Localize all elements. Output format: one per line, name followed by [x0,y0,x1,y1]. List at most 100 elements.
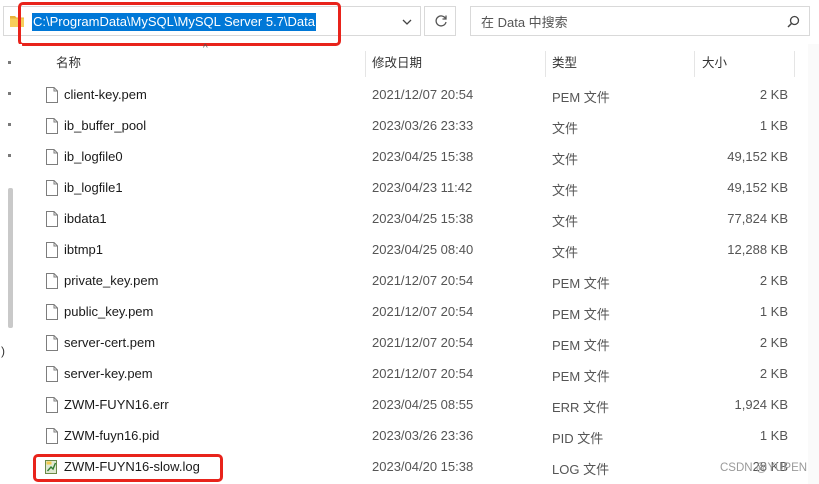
file-size: 2 KB [759,366,788,381]
file-row[interactable]: ib_buffer_pool 2023/03/26 23:33 文件 1 KB [22,111,812,142]
file-icon [46,149,58,165]
file-icon [46,335,58,351]
file-date: 2023/03/26 23:33 [372,118,474,133]
file-date: 2021/12/07 20:54 [372,87,474,102]
file-type: PEM 文件 [552,338,610,353]
file-row[interactable]: ibtmp1 2023/04/25 08:40 文件 12,288 KB [22,235,812,266]
file-type: PEM 文件 [552,307,610,322]
file-date: 2021/12/07 20:54 [372,273,474,288]
search-box[interactable] [470,6,810,36]
address-path-field[interactable]: C:\ProgramData\MySQL\MySQL Server 5.7\Da… [3,6,421,36]
file-size: 49,152 KB [727,149,788,164]
file-row[interactable]: server-cert.pem 2021/12/07 20:54 PEM 文件 … [22,328,812,359]
file-name: server-cert.pem [64,335,156,350]
file-size: 2 KB [759,335,788,350]
column-divider[interactable] [545,51,546,77]
pin-marker [8,92,11,95]
file-size: 1,924 KB [734,397,789,412]
file-icon [46,211,58,227]
file-date: 2023/04/25 08:40 [372,242,474,257]
file-size: 77,824 KB [727,211,788,226]
watermark: CSDN @YUPEN [720,462,808,474]
file-type: PEM 文件 [552,276,610,291]
refresh-icon [435,15,447,27]
file-type: 文件 [552,245,579,260]
file-icon [46,428,58,444]
file-type: 文件 [552,152,579,167]
file-row[interactable]: ib_logfile1 2023/04/23 11:42 文件 49,152 K… [22,173,812,204]
file-type: 文件 [552,214,579,229]
file-row[interactable]: ZWM-fuyn16.pid 2023/03/26 23:36 PID 文件 1… [22,421,812,452]
file-type: 文件 [552,183,579,198]
search-input[interactable] [479,12,773,32]
refresh-button[interactable] [424,6,456,36]
column-header-type[interactable]: 类型 [552,47,577,79]
chevron-down-icon[interactable] [400,15,414,29]
pin-marker [8,154,11,157]
file-type: LOG 文件 [552,462,610,477]
file-date: 2023/04/25 15:38 [372,211,474,226]
file-name: ZWM-fuyn16.pid [64,428,160,443]
file-name: private_key.pem [64,273,159,288]
file-name: ZWM-FUYN16-slow.log [64,459,200,474]
sort-ascending-icon: ^ [203,43,208,54]
file-size: 1 KB [759,304,788,319]
file-date: 2021/12/07 20:54 [372,366,474,381]
file-type: 文件 [552,121,579,136]
column-divider[interactable] [694,51,695,77]
file-type: PID 文件 [552,431,604,446]
file-row[interactable]: ib_logfile0 2023/04/25 15:38 文件 49,152 K… [22,142,812,173]
file-row[interactable]: ZWM-FUYN16.err 2023/04/25 08:55 ERR 文件 1… [22,390,812,421]
file-name: server-key.pem [64,366,153,381]
log-file-icon [45,460,57,474]
file-icon [46,366,58,382]
column-divider[interactable] [365,51,366,77]
file-icon [46,304,58,320]
file-date: 2021/12/07 20:54 [372,335,474,350]
column-header-name[interactable]: 名称 [56,47,81,79]
file-type: ERR 文件 [552,400,610,415]
navigation-pane-scrollbar[interactable] [8,188,13,328]
search-icon[interactable] [787,15,800,28]
file-list-scrollbar[interactable] [808,44,819,484]
file-date: 2023/04/20 15:38 [372,459,474,474]
file-name: ib_logfile1 [64,180,123,195]
file-icon [46,273,58,289]
file-row[interactable]: public_key.pem 2021/12/07 20:54 PEM 文件 1… [22,297,812,328]
file-icon [46,242,58,258]
file-date: 2023/04/23 11:42 [372,180,473,195]
file-name: public_key.pem [64,304,154,319]
file-size: 2 KB [759,273,788,288]
pin-marker [8,123,11,126]
file-size: 2 KB [759,87,788,102]
file-row[interactable]: ibdata1 2023/04/25 15:38 文件 77,824 KB [22,204,812,235]
file-size: 49,152 KB [727,180,788,195]
column-divider[interactable] [794,51,795,77]
file-name: client-key.pem [64,87,147,102]
file-row[interactable]: ZWM-FUYN16-slow.log 2023/04/20 15:38 LOG… [22,452,812,483]
file-type: PEM 文件 [552,90,610,105]
file-icon [46,180,58,196]
file-name: ibdata1 [64,211,107,226]
address-bar: C:\ProgramData\MySQL\MySQL Server 5.7\Da… [0,0,819,44]
file-date: 2023/04/25 15:38 [372,149,474,164]
navigation-pane-text-fragment: ) [1,344,5,358]
column-header-size[interactable]: 大小 [702,47,727,79]
column-header: ^ 名称 修改日期 类型 大小 [22,43,819,79]
file-row[interactable]: server-key.pem 2021/12/07 20:54 PEM 文件 2… [22,359,812,390]
file-icon [46,397,58,413]
file-date: 2023/03/26 23:36 [372,428,474,443]
file-size: 1 KB [759,428,788,443]
pin-marker [8,61,11,64]
file-size: 1 KB [759,118,788,133]
file-icon [46,87,58,103]
address-path-text[interactable]: C:\ProgramData\MySQL\MySQL Server 5.7\Da… [32,13,317,31]
file-name: ib_buffer_pool [64,118,147,133]
file-row[interactable]: private_key.pem 2021/12/07 20:54 PEM 文件 … [22,266,812,297]
folder-icon [10,16,24,27]
file-size: 12,288 KB [727,242,788,257]
column-header-date[interactable]: 修改日期 [372,47,422,79]
file-date: 2021/12/07 20:54 [372,304,474,319]
file-row[interactable]: client-key.pem 2021/12/07 20:54 PEM 文件 2… [22,80,812,111]
file-icon [46,118,58,134]
